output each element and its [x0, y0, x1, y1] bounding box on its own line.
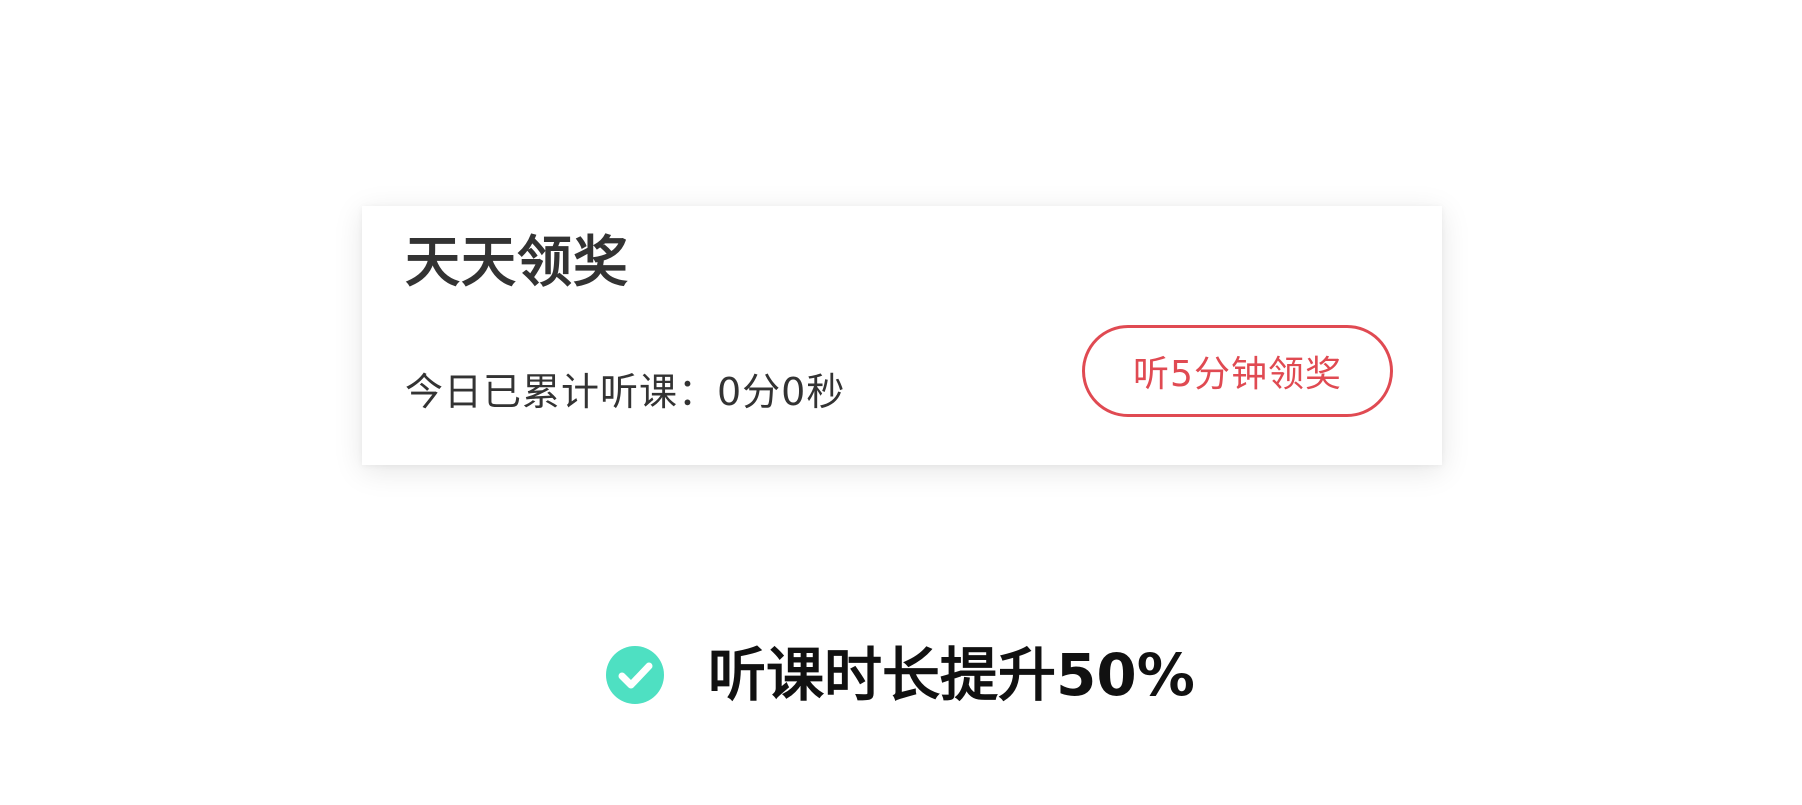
benefit-text: 听课时长提升50% — [708, 641, 1195, 709]
page: 天天领奖 今日已累计听课：0分0秒 听5分钟领奖 听课时长提升50% — [0, 0, 1802, 805]
check-circle-icon — [606, 646, 664, 704]
daily-reward-card: 天天领奖 今日已累计听课：0分0秒 听5分钟领奖 — [362, 206, 1442, 465]
card-title: 天天领奖 — [405, 230, 630, 294]
claim-reward-button[interactable]: 听5分钟领奖 — [1082, 325, 1393, 417]
listening-time-stat: 今日已累计听课：0分0秒 — [405, 370, 846, 414]
benefit-row: 听课时长提升50% — [606, 640, 1195, 710]
